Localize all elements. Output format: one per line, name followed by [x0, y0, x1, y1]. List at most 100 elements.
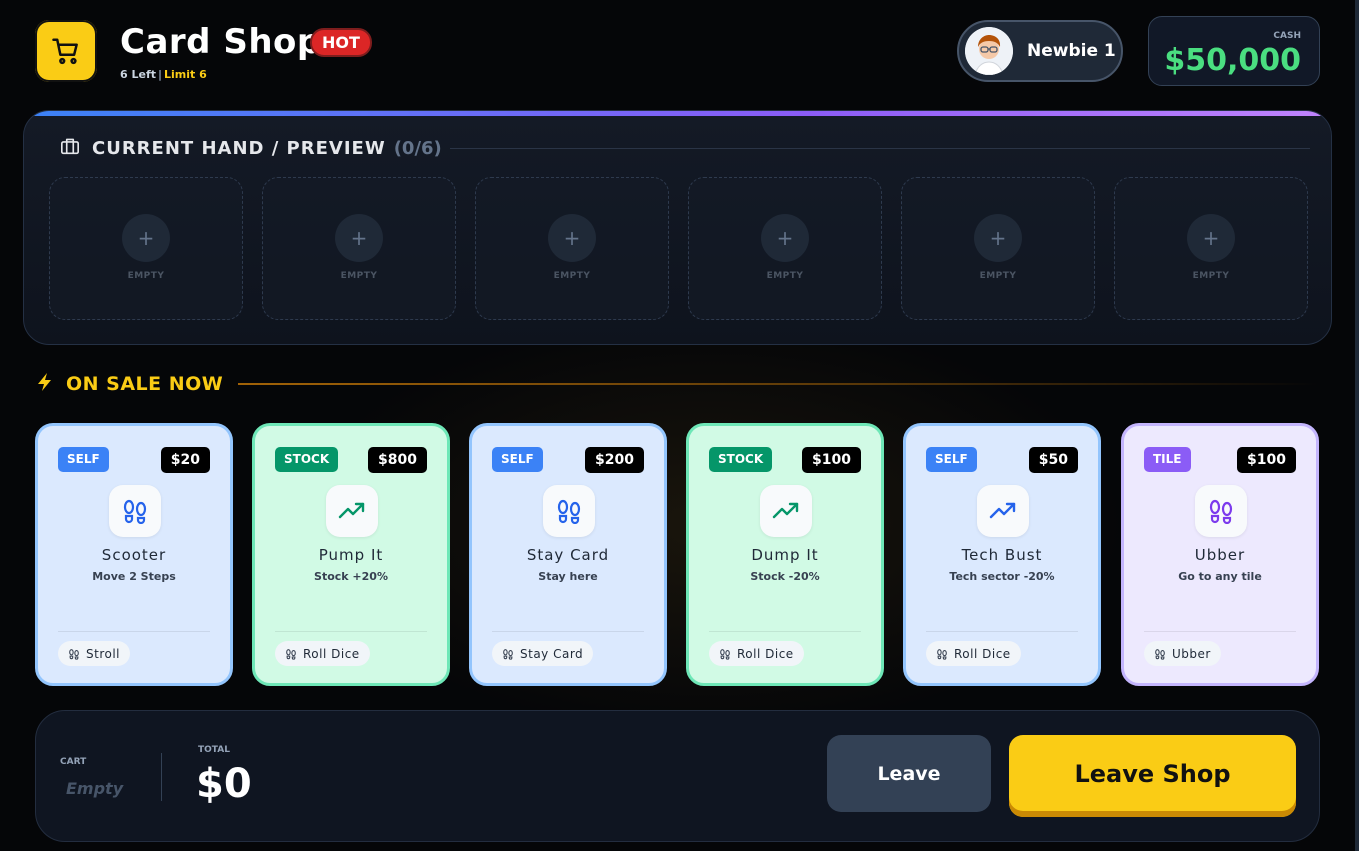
card-type-tag: STOCK: [709, 447, 773, 472]
lightning-icon: [36, 372, 54, 396]
pill-label: Stay Card: [520, 646, 584, 661]
card-name: Ubber: [1194, 546, 1246, 564]
divider: [450, 148, 1310, 149]
card-description: Tech sector -20%: [949, 570, 1055, 583]
divider: [492, 631, 644, 632]
divider: [161, 753, 162, 801]
card-name: Scooter: [101, 546, 167, 564]
cart-logo-icon: [35, 20, 97, 82]
card-name: Stay Card: [526, 546, 610, 564]
cash-display: CASH $50,000: [1148, 16, 1320, 86]
plus-icon: +: [335, 214, 383, 262]
card-name: Tech Bust: [961, 546, 1043, 564]
shop-card[interactable]: STOCK $100 Dump It Stock -20% Roll Dice: [686, 423, 884, 686]
plus-icon: +: [548, 214, 596, 262]
briefcase-icon: [60, 137, 80, 159]
plus-icon: +: [122, 214, 170, 262]
divider: [58, 631, 210, 632]
hand-slot[interactable]: + EMPTY: [475, 177, 669, 320]
footsteps-icon: [720, 648, 730, 660]
shop-card[interactable]: SELF $200 Stay Card Stay here Stay Card: [469, 423, 667, 686]
hand-count: (0/6): [393, 137, 442, 159]
hand-slot[interactable]: + EMPTY: [901, 177, 1095, 320]
pill-label: Ubber: [1172, 646, 1211, 661]
current-hand-panel: CURRENT HAND / PREVIEW (0/6) + EMPTY + E…: [23, 110, 1332, 345]
on-sale-title: ON SALE NOW: [66, 373, 224, 395]
card-action-pill: Stay Card: [492, 641, 594, 666]
on-sale-header: ON SALE NOW: [36, 372, 223, 396]
divider: [926, 631, 1078, 632]
hand-header: CURRENT HAND / PREVIEW (0/6): [60, 137, 442, 159]
footsteps-icon: [286, 648, 296, 660]
trending-up-icon: [977, 485, 1029, 537]
divider: [238, 383, 1318, 385]
card-name: Pump It: [318, 546, 384, 564]
separator: |: [158, 68, 163, 81]
checkout-bar: CART Empty TOTAL $0 Leave Leave Shop: [35, 710, 1320, 842]
shop-card[interactable]: SELF $50 Tech Bust Tech sector -20% Roll…: [903, 423, 1101, 686]
slot-label: EMPTY: [340, 271, 378, 281]
slot-label: EMPTY: [127, 271, 165, 281]
shop-card[interactable]: SELF $20 Scooter Move 2 Steps Stroll: [35, 423, 233, 686]
card-price: $100: [1237, 447, 1296, 473]
divider: [709, 631, 861, 632]
shop-card[interactable]: STOCK $800 Pump It Stock +20% Roll Dice: [252, 423, 450, 686]
card-description: Move 2 Steps: [92, 570, 176, 583]
card-name: Dump It: [751, 546, 819, 564]
total-value: $0: [196, 761, 252, 807]
footsteps-icon: [543, 485, 595, 537]
pill-label: Roll Dice: [954, 646, 1011, 661]
divider: [275, 631, 427, 632]
cart-value: Empty: [66, 779, 124, 798]
card-price: $50: [1028, 447, 1078, 473]
footsteps-icon: [1155, 648, 1165, 660]
leave-button[interactable]: Leave: [827, 735, 991, 812]
footsteps-icon: [1195, 485, 1247, 537]
cash-label: CASH: [1273, 31, 1301, 41]
card-description: Stay here: [538, 570, 598, 583]
card-action-pill: Roll Dice: [926, 641, 1021, 666]
footsteps-icon: [503, 648, 513, 660]
hand-slot[interactable]: + EMPTY: [688, 177, 882, 320]
limit-text: Limit 6: [164, 68, 207, 81]
slot-label: EMPTY: [1192, 271, 1230, 281]
cash-value: $50,000: [1164, 43, 1301, 78]
cart-label: CART: [60, 757, 87, 767]
trending-up-icon: [760, 485, 812, 537]
card-type-tag: STOCK: [275, 447, 339, 472]
leave-shop-button[interactable]: Leave Shop: [1009, 735, 1296, 817]
stock-limit-text: 6 Left | Limit 6: [120, 68, 207, 81]
card-type-tag: SELF: [492, 447, 543, 472]
card-price: $200: [585, 447, 644, 473]
card-description: Stock +20%: [314, 570, 388, 583]
scrollbar[interactable]: [1355, 0, 1359, 851]
card-price: $100: [802, 447, 861, 473]
slot-label: EMPTY: [553, 271, 591, 281]
total-label: TOTAL: [198, 745, 230, 755]
card-price: $800: [368, 447, 427, 473]
card-description: Stock -20%: [750, 570, 820, 583]
plus-icon: +: [1187, 214, 1235, 262]
card-action-pill: Stroll: [58, 641, 131, 666]
shop-card[interactable]: TILE $100 Ubber Go to any tile Ubber: [1121, 423, 1319, 686]
hand-slot[interactable]: + EMPTY: [262, 177, 456, 320]
pill-label: Roll Dice: [737, 646, 794, 661]
divider: [1144, 631, 1296, 632]
hot-badge: HOT: [310, 28, 372, 57]
pill-label: Stroll: [86, 646, 121, 661]
pill-label: Roll Dice: [303, 646, 360, 661]
trending-up-icon: [326, 485, 378, 537]
gradient-bar: [24, 111, 1331, 116]
card-type-tag: SELF: [926, 447, 977, 472]
plus-icon: +: [761, 214, 809, 262]
card-action-pill: Roll Dice: [709, 641, 804, 666]
avatar: [965, 27, 1013, 75]
shop-header: Card Shop HOT 6 Left | Limit 6 Newbie 1 CA…: [0, 0, 1359, 100]
hand-title: CURRENT HAND / PREVIEW: [92, 137, 386, 159]
footsteps-icon: [109, 485, 161, 537]
card-action-pill: Ubber: [1144, 641, 1221, 666]
hand-slot[interactable]: + EMPTY: [49, 177, 243, 320]
hand-slot[interactable]: + EMPTY: [1114, 177, 1308, 320]
card-type-tag: SELF: [58, 447, 109, 472]
player-profile[interactable]: Newbie 1: [957, 20, 1123, 82]
